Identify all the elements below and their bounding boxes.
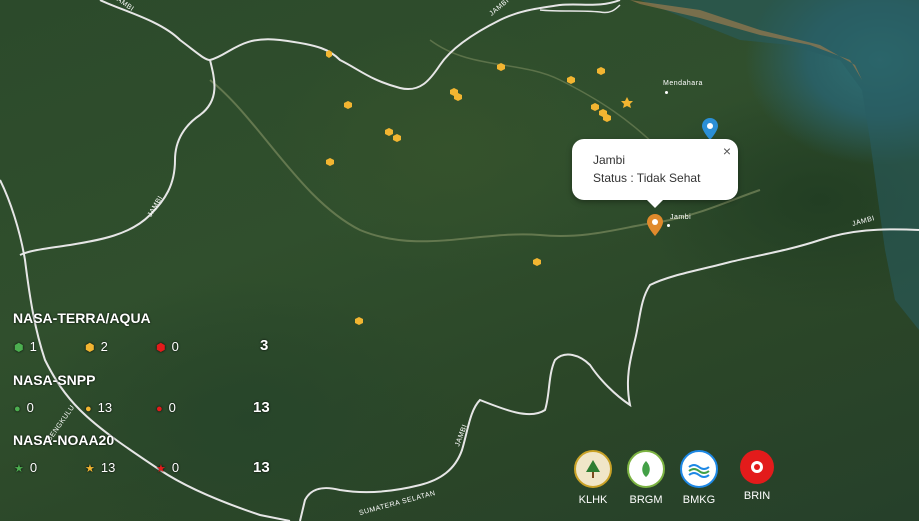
legend-title-noaa20: NASA-NOAA20 <box>13 432 115 448</box>
legend-medium-count: ★ 13 <box>85 460 116 475</box>
hotspot-marker[interactable] <box>597 67 605 75</box>
popup-status: Status : Tidak Sehat <box>593 171 701 185</box>
brgm-logo-icon <box>627 450 665 488</box>
star-icon: ★ <box>85 463 95 475</box>
hotspot-marker[interactable] <box>326 50 332 58</box>
brin-logo-icon <box>740 450 774 484</box>
legend-high-count: ● 0 <box>156 400 176 415</box>
hexagon-icon: ⬢ <box>14 342 24 354</box>
info-popup: Jambi Status : Tidak Sehat × <box>572 139 738 208</box>
logo-label: BRIN <box>743 490 771 502</box>
legend-title-terra-aqua: NASA-TERRA/AQUA <box>13 310 151 326</box>
popup-title: Jambi <box>593 153 626 167</box>
hexagon-icon: ⬢ <box>85 342 95 354</box>
legend-total: 3 <box>260 337 269 354</box>
circle-icon: ● <box>156 403 163 415</box>
legend-title-snpp: NASA-SNPP <box>13 372 96 388</box>
legend-low-count: ★ 0 <box>14 460 38 475</box>
bmkg-logo-icon <box>680 450 718 488</box>
star-icon: ★ <box>14 463 24 475</box>
hotspot-marker[interactable] <box>621 97 633 108</box>
legend-low-count: ⬢ 1 <box>14 339 37 354</box>
hotspot-marker[interactable] <box>533 258 541 266</box>
logo-label: BMKG <box>682 494 716 506</box>
logo-label: BRGM <box>629 494 663 506</box>
legend-low-count: ● 0 <box>14 400 34 415</box>
satellite-map[interactable]: JAMBI JAMBI JAMBI JAMBI SUMATERA SELATAN… <box>0 0 919 521</box>
location-pin-icon[interactable] <box>647 214 663 236</box>
hotspot-marker[interactable] <box>591 103 599 111</box>
hotspot-marker[interactable] <box>567 76 575 84</box>
hotspot-marker[interactable] <box>393 134 401 142</box>
legend-total: 13 <box>253 459 270 476</box>
logo-brin[interactable]: BRIN <box>737 450 777 502</box>
klhk-logo-icon <box>574 450 612 488</box>
legend-medium-count: ⬢ 2 <box>85 339 108 354</box>
logo-brgm[interactable]: BRGM <box>626 450 666 506</box>
hotspot-marker[interactable] <box>326 158 334 166</box>
hotspot-marker[interactable] <box>355 317 363 325</box>
legend-total: 13 <box>253 399 270 416</box>
hotspot-marker[interactable] <box>385 128 393 136</box>
close-icon[interactable]: × <box>723 143 731 159</box>
legend-high-count: ⬢ 0 <box>156 339 179 354</box>
star-icon: ★ <box>156 463 166 475</box>
circle-icon: ● <box>85 403 92 415</box>
logo-label: KLHK <box>578 494 608 506</box>
hotspot-marker[interactable] <box>497 63 505 71</box>
logo-klhk[interactable]: KLHK <box>573 450 613 506</box>
logo-bmkg[interactable]: BMKG <box>679 450 719 506</box>
hotspot-marker[interactable] <box>344 101 352 109</box>
legend-medium-count: ● 13 <box>85 400 113 415</box>
legend-high-count: ★ 0 <box>156 460 180 475</box>
hotspot-layer <box>326 50 633 325</box>
hexagon-icon: ⬢ <box>156 342 166 354</box>
location-pin-icon[interactable] <box>702 118 718 140</box>
circle-icon: ● <box>14 403 21 415</box>
